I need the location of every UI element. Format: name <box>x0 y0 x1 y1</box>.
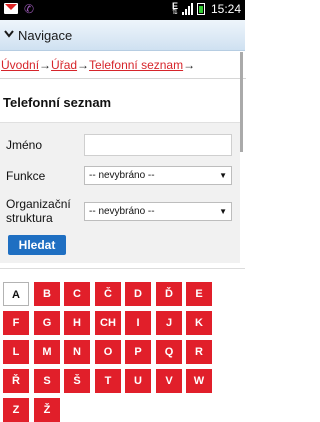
letter-button[interactable]: Q <box>156 340 182 364</box>
letter-button[interactable]: N <box>64 340 90 364</box>
org-label-line2: struktura <box>6 211 53 225</box>
breadcrumb-separator: → <box>77 58 90 72</box>
name-label: Jméno <box>6 138 43 152</box>
letter-button[interactable]: Š <box>64 369 90 393</box>
letter-button[interactable]: Ž <box>34 398 60 422</box>
breadcrumb-separator: → <box>39 58 52 72</box>
letter-button[interactable]: M <box>34 340 60 364</box>
letter-button[interactable]: L <box>3 340 29 364</box>
dropdown-arrow-icon: ▼ <box>219 207 227 216</box>
letter-button[interactable]: Ď <box>156 282 182 306</box>
breadcrumb-separator: → <box>183 58 196 72</box>
letter-button[interactable]: G <box>34 311 60 335</box>
letter-button[interactable]: D <box>125 282 151 306</box>
battery-icon <box>196 3 205 15</box>
breadcrumb-phonebook-link[interactable]: Telefonní seznam <box>89 58 183 72</box>
letter-button[interactable]: A <box>3 282 29 306</box>
navigation-title: Navigace <box>18 27 73 43</box>
org-label-line1: Organizační <box>6 197 71 211</box>
letter-button[interactable]: P <box>125 340 151 364</box>
breadcrumb-office-link[interactable]: Úřad <box>51 58 77 72</box>
letter-button[interactable]: J <box>156 311 182 335</box>
letter-button[interactable]: S <box>34 369 60 393</box>
navigation-toggle[interactable]: Navigace <box>0 20 245 51</box>
phone-icon: ✆ <box>24 2 35 16</box>
letter-button[interactable]: U <box>125 369 151 393</box>
letter-button[interactable]: Ř <box>3 369 29 393</box>
divider <box>0 268 245 269</box>
letter-button[interactable]: E <box>186 282 212 306</box>
function-select-value: -- nevybráno -- <box>89 170 155 181</box>
letter-button[interactable]: F <box>3 311 29 335</box>
letter-button[interactable]: R <box>186 340 212 364</box>
breadcrumb: Úvodní→Úřad→Telefonní seznam→ <box>0 56 246 79</box>
search-button[interactable]: Hledat <box>8 235 66 255</box>
clock: 15:24 <box>210 2 241 16</box>
org-label: Organizační struktura <box>6 197 71 225</box>
chevron-down-icon <box>4 29 16 41</box>
breadcrumb-home-link[interactable]: Úvodní <box>1 58 39 72</box>
function-label: Funkce <box>6 169 46 183</box>
org-select-value: -- nevybráno -- <box>89 206 155 217</box>
letter-button[interactable]: O <box>95 340 121 364</box>
page-title: Telefonní seznam <box>3 95 112 110</box>
scrollbar[interactable] <box>240 52 243 152</box>
letter-button[interactable]: CH <box>95 311 121 335</box>
letter-button[interactable]: Z <box>3 398 29 422</box>
letter-button[interactable]: T <box>95 369 121 393</box>
letter-button[interactable]: W <box>186 369 212 393</box>
letter-button[interactable]: C <box>64 282 90 306</box>
status-bar: ✆ E ⇅ 15:24 <box>0 0 245 20</box>
letter-button[interactable]: B <box>34 282 60 306</box>
letter-button[interactable]: V <box>156 369 182 393</box>
dropdown-arrow-icon: ▼ <box>219 171 227 180</box>
function-select[interactable]: -- nevybráno -- ▼ <box>84 166 232 185</box>
letter-button[interactable]: I <box>125 311 151 335</box>
name-input[interactable] <box>84 134 232 156</box>
gmail-icon <box>4 3 18 14</box>
letter-button[interactable]: K <box>186 311 212 335</box>
org-select[interactable]: -- nevybráno -- ▼ <box>84 202 232 221</box>
letter-button[interactable]: Č <box>95 282 121 306</box>
signal-icon <box>181 3 193 15</box>
data-arrows-icon: ⇅ <box>172 9 178 16</box>
letter-button[interactable]: H <box>64 311 90 335</box>
